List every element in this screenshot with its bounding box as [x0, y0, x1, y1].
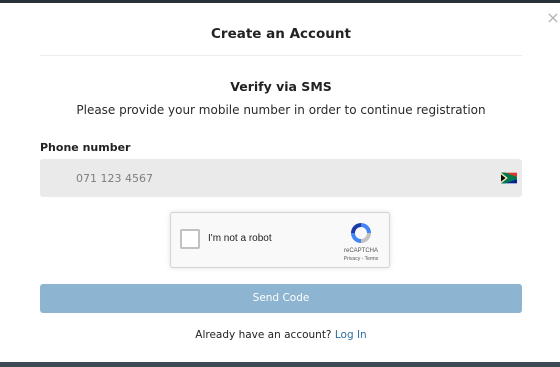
title-divider: [40, 55, 522, 56]
recaptcha-links: Privacy - Terms: [321, 256, 401, 263]
bottom-backdrop-strip: [0, 362, 560, 367]
verify-subtext: Please provide your mobile number in ord…: [76, 103, 486, 117]
phone-number-label: Phone number: [40, 141, 131, 154]
login-prompt-text: Already have an account?: [195, 329, 332, 341]
close-icon: ×: [546, 8, 560, 27]
close-button[interactable]: ×: [546, 8, 560, 28]
recaptcha-checkbox-label: I'm not a robot: [208, 233, 272, 244]
recaptcha-brand-label: reCAPTCHA: [343, 248, 378, 254]
send-code-button[interactable]: Send Code: [40, 284, 522, 313]
login-link[interactable]: Log In: [335, 329, 367, 341]
phone-number-input[interactable]: [76, 159, 476, 197]
recaptcha-privacy-link[interactable]: Privacy: [344, 256, 360, 262]
recaptcha-logo-icon: [351, 223, 371, 243]
recaptcha-widget: I'm not a robot reCAPTCHA Privacy - Term…: [170, 212, 390, 268]
modal-title: Create an Account: [211, 26, 351, 42]
login-prompt-row: Already have an account? Log In: [40, 327, 522, 343]
south-africa-flag-icon[interactable]: [501, 172, 517, 184]
recaptcha-checkbox[interactable]: [180, 229, 200, 249]
phone-number-field: [40, 159, 522, 197]
recaptcha-terms-link[interactable]: Terms: [365, 256, 379, 262]
top-backdrop-strip: [0, 0, 560, 3]
verify-heading: Verify via SMS: [230, 79, 332, 94]
